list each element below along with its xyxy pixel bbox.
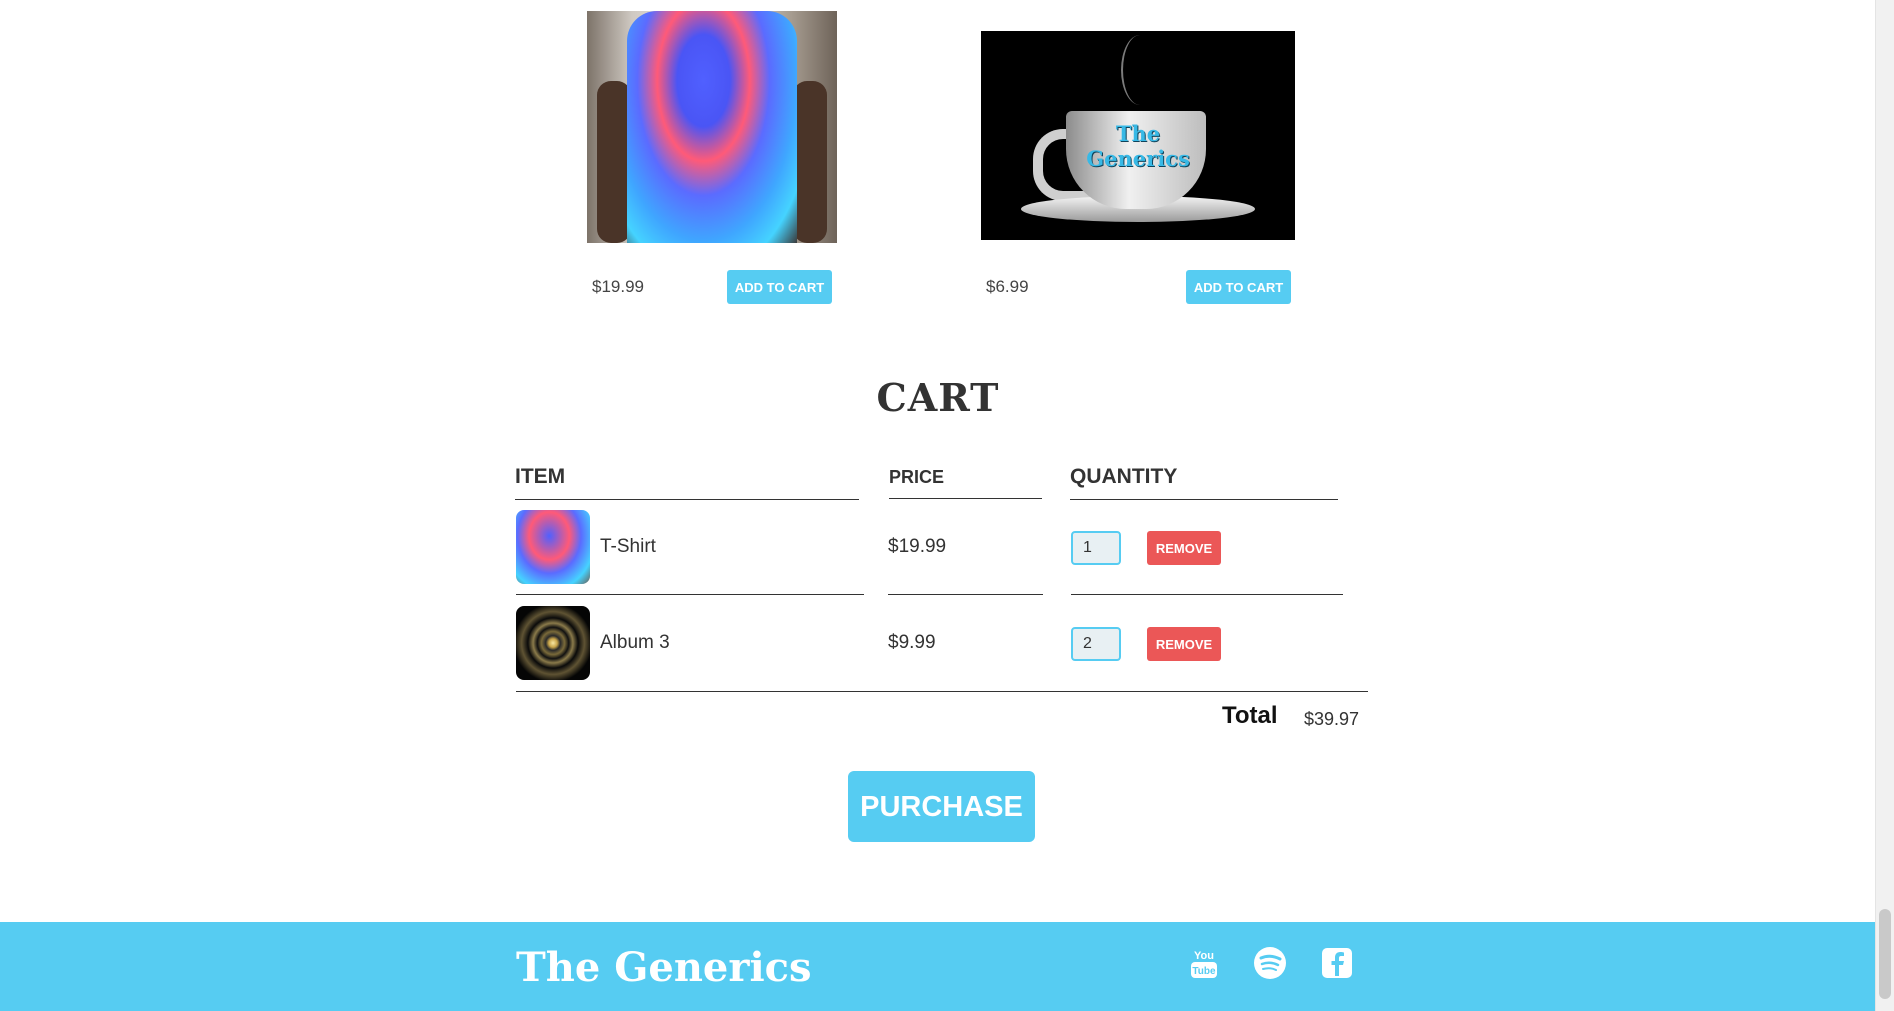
remove-button[interactable]: REMOVE: [1147, 627, 1221, 661]
quantity-input[interactable]: [1071, 627, 1121, 661]
tshirt-price: $19.99: [592, 277, 644, 296]
cart-item-name: Album 3: [600, 632, 670, 653]
spotify-icon[interactable]: [1253, 946, 1287, 980]
coffee-cup-image-text: The Generics: [1086, 121, 1190, 171]
row-divider: [516, 594, 864, 595]
total-value: $39.97: [1304, 709, 1360, 729]
total-label: Total: [1222, 702, 1278, 729]
coffee-cup-price: $6.99: [986, 277, 1029, 296]
footer-brand: The Generics: [516, 944, 812, 991]
facebook-icon[interactable]: [1320, 946, 1354, 980]
cart-header-quantity: QUANTITY: [1070, 465, 1338, 500]
tshirt-product-image: [587, 11, 837, 243]
svg-text:Tube: Tube: [1192, 966, 1216, 977]
cart-item-price: $19.99: [888, 536, 947, 557]
tshirt-add-to-cart-button[interactable]: ADD TO CART: [727, 270, 832, 304]
quantity-input[interactable]: [1071, 531, 1121, 565]
footer: The Generics You Tube: [0, 922, 1894, 1011]
row-divider: [888, 594, 1043, 595]
coffee-cup-add-to-cart-button[interactable]: ADD TO CART: [1186, 270, 1291, 304]
youtube-icon[interactable]: You Tube: [1187, 946, 1221, 980]
cart-header-item: ITEM: [515, 465, 859, 500]
row-divider: [1071, 594, 1343, 595]
purchase-button[interactable]: PURCHASE: [848, 771, 1035, 842]
remove-button[interactable]: REMOVE: [1147, 531, 1221, 565]
cart-total-divider: [516, 691, 1368, 692]
coffee-cup-product-image: The Generics: [981, 31, 1295, 240]
cart-item-thumbnail: [516, 606, 590, 680]
cart-item-price: $9.99: [888, 632, 936, 653]
cart-title: CART: [876, 375, 1000, 420]
cart-item-name: T-Shirt: [600, 536, 656, 557]
svg-text:You: You: [1194, 950, 1214, 962]
cart-item-thumbnail: [516, 510, 590, 584]
cart-header-price: PRICE: [889, 467, 1042, 499]
scrollbar[interactable]: [1875, 0, 1894, 1011]
